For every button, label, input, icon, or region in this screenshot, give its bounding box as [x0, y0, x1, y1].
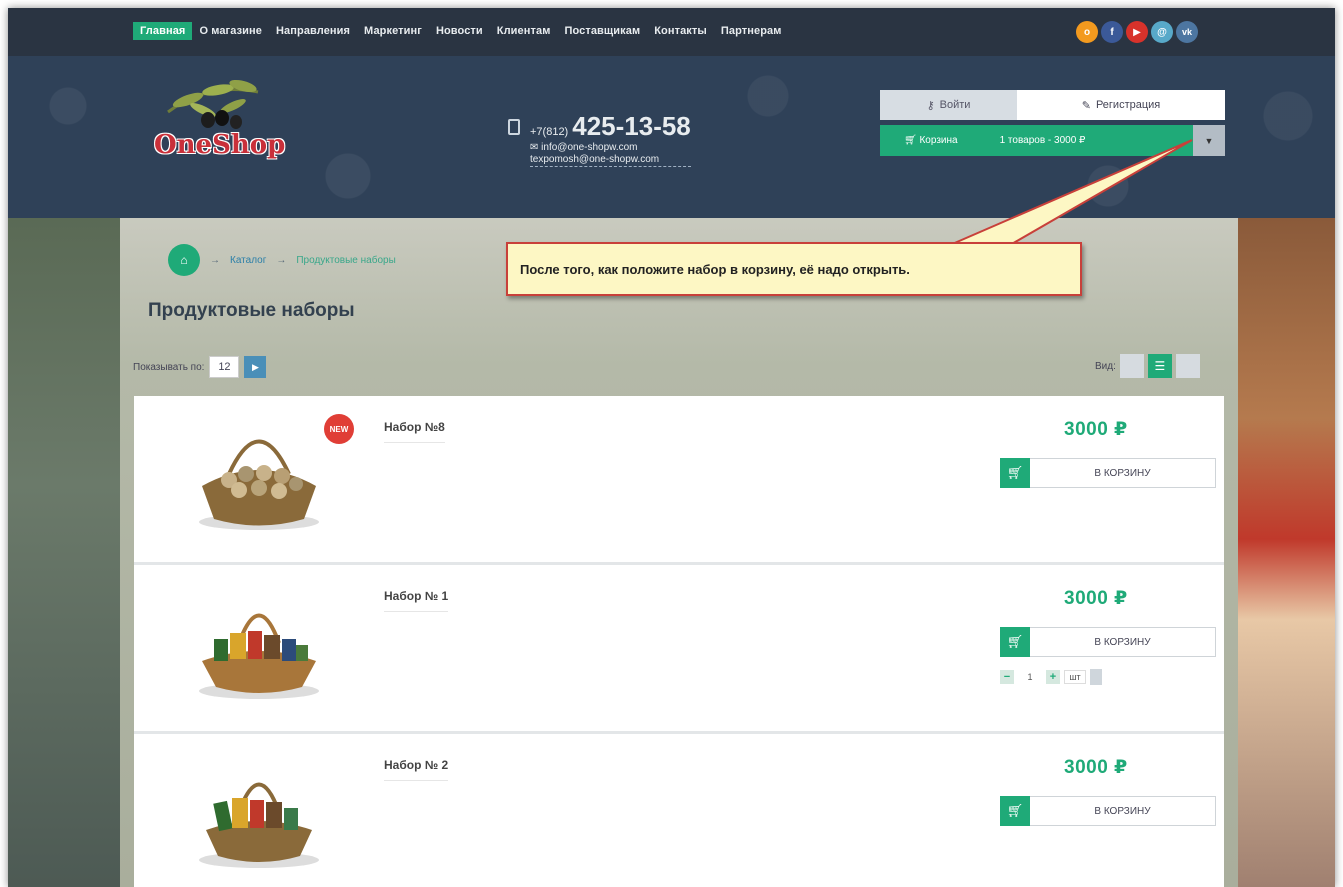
plus-button[interactable]: + [1046, 670, 1060, 684]
nav-item-contacts[interactable]: Контакты [647, 22, 714, 40]
view-list-icon[interactable]: ☰ [1147, 354, 1172, 378]
triangle-down-icon: ▼ [1204, 135, 1214, 146]
minus-button[interactable]: − [1000, 670, 1014, 684]
breadcrumb: ⌂ → Каталог → Продуктовые наборы [168, 244, 396, 276]
auth-buttons: ⚷ Войти ✎ Регистрация [880, 90, 1225, 120]
product-image[interactable] [184, 414, 334, 534]
annotation-callout: После того, как положите набор в корзину… [506, 242, 1082, 296]
contacts: +7(812) 425-13-58 ✉ info@one-shopw.com t… [508, 111, 691, 167]
nav-item-suppliers[interactable]: Поставщикам [557, 22, 647, 40]
cart-icon: 🛒︎ [1000, 796, 1030, 826]
quantity-input[interactable]: 1 [1018, 672, 1042, 682]
home-icon[interactable]: ⌂ [168, 244, 200, 276]
nav-item-partners[interactable]: Партнерам [714, 22, 789, 40]
add-to-cart-button[interactable]: 🛒︎ В КОРЗИНУ [1000, 627, 1216, 657]
product-card: Набор № 2 3000 ₽ 🛒︎ В КОРЗИНУ [134, 734, 1224, 887]
cart-button[interactable]: 🛒︎ Корзина 1 товаров - 3000 ₽ [880, 125, 1193, 156]
edit-icon: ✎ [1081, 99, 1091, 112]
cart-icon: 🛒︎ [1000, 627, 1030, 657]
product-card: NEW Набор №8 3000 ₽ 🛒︎ В КОРЗИНУ [134, 396, 1224, 565]
cart-icon: 🛒︎ [1000, 458, 1030, 488]
product-image[interactable] [184, 752, 334, 872]
show-by-apply-button[interactable]: ▶ [244, 356, 267, 378]
arrow-right-icon: → [210, 254, 220, 266]
odnoklassniki-icon[interactable]: o [1076, 21, 1098, 43]
top-navigation: Главная О магазине Направления Маркетинг… [8, 8, 1335, 56]
facebook-icon[interactable]: f [1101, 21, 1123, 43]
logo[interactable]: OneShop [148, 72, 285, 162]
product-image[interactable] [184, 583, 334, 703]
show-by-select[interactable]: 12 [209, 356, 240, 378]
nav-item-news[interactable]: Новости [429, 22, 490, 40]
view-grid-icon[interactable] [1119, 354, 1144, 378]
new-badge: NEW [324, 414, 354, 444]
cart-bar: 🛒︎ Корзина 1 товаров - 3000 ₽ ▼ [880, 125, 1225, 156]
phone-code: +7(812) [530, 126, 569, 138]
register-button[interactable]: ✎ Регистрация [1017, 90, 1225, 120]
nav-item-home[interactable]: Главная [133, 22, 193, 40]
product-price: 3000 ₽ [1064, 588, 1128, 609]
login-button[interactable]: ⚷ Войти [880, 90, 1017, 120]
page-title: Продуктовые наборы [148, 300, 355, 321]
arrow-right-icon: → [276, 254, 287, 266]
view-switcher: Вид: ☰ [1095, 354, 1200, 378]
main-content: ⌂ → Каталог → Продуктовые наборы Продукт… [120, 218, 1238, 887]
cart-dropdown-toggle[interactable]: ▼ [1193, 125, 1225, 156]
main-menu: Главная О магазине Направления Маркетинг… [133, 22, 789, 40]
view-table-icon[interactable] [1175, 354, 1200, 378]
cart-summary: 1 товаров - 3000 ₽ [999, 135, 1086, 146]
breadcrumb-current: Продуктовые наборы [296, 254, 396, 266]
quantity-spinner[interactable] [1090, 669, 1102, 685]
product-name[interactable]: Набор №8 [384, 420, 445, 443]
youtube-icon[interactable]: ▶ [1126, 21, 1148, 43]
quantity-stepper: − 1 + шт [1000, 669, 1102, 685]
vk-icon[interactable]: vk [1176, 21, 1198, 43]
background-image-right [1238, 218, 1335, 887]
product-name[interactable]: Набор № 2 [384, 758, 449, 781]
phone-number[interactable]: 425-13-58 [572, 111, 691, 142]
logo-text: OneShop [154, 130, 286, 160]
email-link[interactable]: ✉ info@one-shopw.com [530, 142, 691, 154]
nav-item-clients[interactable]: Клиентам [490, 22, 558, 40]
product-list: NEW Набор №8 3000 ₽ 🛒︎ В КОРЗИНУ Набор №… [134, 396, 1224, 887]
social-links: o f ▶ @ vk [1076, 21, 1198, 43]
nav-item-directions[interactable]: Направления [269, 22, 357, 40]
key-icon: ⚷ [926, 99, 935, 112]
show-by-control: Показывать по: 12 ▶ [133, 356, 267, 378]
add-to-cart-button[interactable]: 🛒︎ В КОРЗИНУ [1000, 458, 1216, 488]
breadcrumb-catalog[interactable]: Каталог [230, 255, 266, 266]
product-card: Набор № 1 3000 ₽ 🛒︎ В КОРЗИНУ − 1 + шт [134, 565, 1224, 734]
page: Главная О магазине Направления Маркетинг… [8, 8, 1335, 887]
add-to-cart-button[interactable]: 🛒︎ В КОРЗИНУ [1000, 796, 1216, 826]
mail-icon[interactable]: @ [1151, 21, 1173, 43]
support-email-link[interactable]: texpomosh@one-shopw.com [530, 154, 691, 167]
product-price: 3000 ₽ [1064, 419, 1128, 440]
product-price: 3000 ₽ [1064, 757, 1128, 778]
nav-item-marketing[interactable]: Маркетинг [357, 22, 429, 40]
site-header: OneShop +7(812) 425-13-58 ✉ info@one-sho… [8, 56, 1335, 218]
background-image-left [8, 218, 120, 887]
phone-icon [508, 119, 520, 135]
unit-label: шт [1064, 670, 1086, 684]
envelope-icon: ✉ [530, 142, 542, 153]
cart-icon: 🛒︎ [904, 135, 917, 146]
nav-item-about[interactable]: О магазине [192, 22, 269, 40]
product-name[interactable]: Набор № 1 [384, 589, 449, 612]
